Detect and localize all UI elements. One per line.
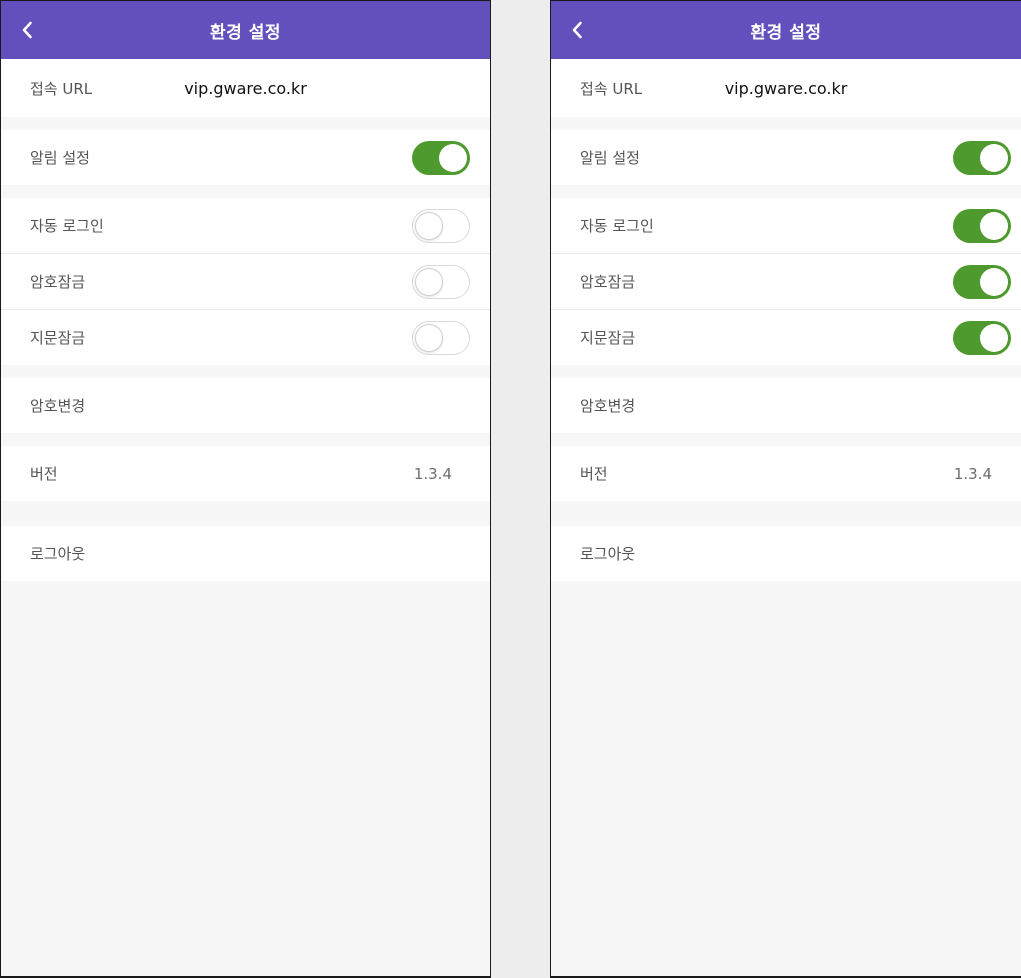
logout-row[interactable]: 로그아웃 — [1, 526, 490, 581]
version-label: 버전 — [30, 465, 58, 483]
change-password-label: 암호변경 — [30, 397, 86, 415]
fingerprint-lock-label: 지문잠금 — [580, 329, 636, 347]
logout-label: 로그아웃 — [30, 545, 86, 563]
fingerprint-lock-toggle[interactable] — [412, 320, 470, 355]
fingerprint-lock-row: 지문잠금 — [551, 310, 1021, 365]
logout-label: 로그아웃 — [580, 545, 636, 563]
notification-toggle[interactable] — [412, 140, 470, 175]
fingerprint-lock-label: 지문잠금 — [30, 329, 86, 347]
auto-login-label: 자동 로그인 — [580, 217, 654, 235]
auto-login-label: 자동 로그인 — [30, 217, 104, 235]
change-password-label: 암호변경 — [580, 397, 636, 415]
url-value: vip.gware.co.kr — [724, 78, 848, 98]
password-lock-label: 암호잠금 — [580, 273, 636, 291]
chevron-left-icon — [571, 21, 583, 39]
url-row: 접속 URL vip.gware.co.kr — [551, 59, 1021, 117]
logout-row[interactable]: 로그아웃 — [551, 526, 1021, 581]
auto-login-toggle[interactable] — [953, 208, 1011, 243]
url-row: 접속 URL vip.gware.co.kr — [1, 59, 490, 117]
notification-label: 알림 설정 — [580, 149, 640, 167]
fingerprint-lock-row: 지문잠금 — [1, 310, 490, 365]
password-lock-toggle[interactable] — [953, 264, 1011, 299]
version-row: 버전 1.3.4 — [551, 446, 1021, 501]
url-label: 접속 URL — [30, 79, 93, 98]
page-title: 환경 설정 — [750, 22, 822, 43]
notification-row: 알림 설정 — [551, 130, 1021, 185]
password-lock-label: 암호잠금 — [30, 273, 86, 291]
toggle-knob — [980, 323, 1008, 352]
chevron-left-icon — [21, 21, 33, 39]
change-password-row[interactable]: 암호변경 — [1, 378, 490, 433]
app-header: 환경 설정 — [1, 1, 490, 59]
url-value: vip.gware.co.kr — [184, 78, 307, 98]
password-lock-row: 암호잠금 — [1, 254, 490, 309]
toggle-knob — [415, 323, 443, 352]
toggle-knob — [415, 211, 443, 240]
fingerprint-lock-toggle[interactable] — [953, 320, 1011, 355]
auto-login-row: 자동 로그인 — [551, 198, 1021, 253]
notification-label: 알림 설정 — [30, 149, 90, 167]
back-button[interactable] — [571, 1, 605, 59]
auto-login-row: 자동 로그인 — [1, 198, 490, 253]
page-title: 환경 설정 — [210, 22, 281, 43]
toggle-knob — [439, 143, 467, 172]
url-label: 접속 URL — [580, 79, 643, 98]
version-value: 1.3.4 — [413, 464, 452, 483]
password-lock-row: 암호잠금 — [551, 254, 1021, 309]
toggle-knob — [980, 267, 1008, 296]
settings-screen-left: 환경 설정 접속 URL vip.gware.co.kr 알림 설정 자동 로그… — [0, 0, 491, 978]
notification-row: 알림 설정 — [1, 130, 490, 185]
toggle-knob — [980, 211, 1008, 240]
toggle-knob — [415, 267, 443, 296]
version-label: 버전 — [580, 465, 608, 483]
notification-toggle[interactable] — [953, 140, 1011, 175]
password-lock-toggle[interactable] — [412, 264, 470, 299]
settings-screen-right: 환경 설정 접속 URL vip.gware.co.kr 알림 설정 자동 로그… — [550, 0, 1021, 978]
version-value: 1.3.4 — [953, 464, 992, 483]
change-password-row[interactable]: 암호변경 — [551, 378, 1021, 433]
back-button[interactable] — [21, 1, 55, 59]
version-row: 버전 1.3.4 — [1, 446, 490, 501]
toggle-knob — [980, 143, 1008, 172]
app-header: 환경 설정 — [551, 1, 1021, 59]
auto-login-toggle[interactable] — [412, 208, 470, 243]
